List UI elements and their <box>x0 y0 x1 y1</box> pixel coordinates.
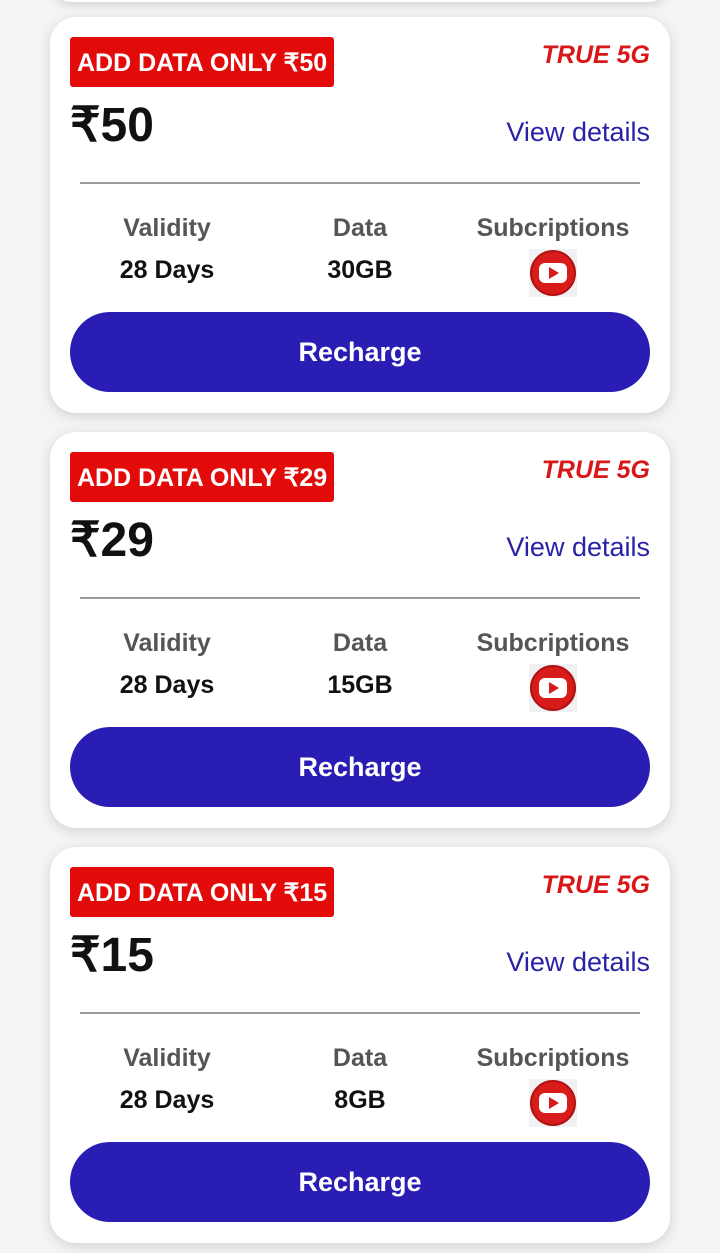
validity-column: Validity 28 Days <box>67 1043 267 1115</box>
data-column: Data 8GB <box>260 1043 460 1115</box>
divider <box>80 1012 640 1014</box>
data-label: Data <box>332 629 388 657</box>
plan-card: ADD DATA ONLY ₹15 TRUE 5G ₹15 View detai… <box>50 847 670 1243</box>
validity-column: Validity 28 Days <box>67 628 267 700</box>
data-column: Data 30GB <box>260 213 460 285</box>
data-value: 8GB <box>334 1086 386 1114</box>
data-label: Data <box>332 1044 388 1072</box>
recharge-button[interactable]: Recharge <box>70 312 650 392</box>
validity-label: Validity <box>123 629 211 657</box>
subscriptions-column: Subcriptions <box>453 1043 653 1127</box>
validity-label: Validity <box>123 1044 211 1072</box>
offer-badge: ADD DATA ONLY ₹29 <box>70 452 335 502</box>
recharge-button[interactable]: Recharge <box>70 727 650 807</box>
view-details-link[interactable]: View details <box>506 947 650 978</box>
plan-price: ₹15 <box>70 929 154 982</box>
subscriptions-label: Subcriptions <box>476 214 630 242</box>
validity-value: 28 Days <box>119 256 215 284</box>
data-label: Data <box>332 214 388 242</box>
validity-label: Validity <box>123 214 211 242</box>
network-tag: TRUE 5G <box>541 41 650 69</box>
previous-card-edge <box>50 0 670 2</box>
view-details-link[interactable]: View details <box>506 117 650 148</box>
data-value: 30GB <box>327 256 393 284</box>
youtube-icon <box>529 249 577 297</box>
subscriptions-label: Subcriptions <box>476 1044 630 1072</box>
data-column: Data 15GB <box>260 628 460 700</box>
view-details-link[interactable]: View details <box>506 532 650 563</box>
divider <box>80 182 640 184</box>
plan-card: ADD DATA ONLY ₹50 TRUE 5G ₹50 View detai… <box>50 17 670 413</box>
data-value: 15GB <box>327 671 393 699</box>
youtube-icon <box>529 1079 577 1127</box>
offer-badge: ADD DATA ONLY ₹15 <box>70 867 335 917</box>
network-tag: TRUE 5G <box>541 456 650 484</box>
youtube-icon <box>529 664 577 712</box>
offer-badge: ADD DATA ONLY ₹50 <box>70 37 335 87</box>
plan-card: ADD DATA ONLY ₹29 TRUE 5G ₹29 View detai… <box>50 432 670 828</box>
subscriptions-label: Subcriptions <box>476 629 630 657</box>
subscriptions-column: Subcriptions <box>453 628 653 712</box>
validity-value: 28 Days <box>119 1086 215 1114</box>
divider <box>80 597 640 599</box>
network-tag: TRUE 5G <box>541 871 650 899</box>
plan-price: ₹29 <box>70 514 154 567</box>
validity-column: Validity 28 Days <box>67 213 267 285</box>
recharge-button[interactable]: Recharge <box>70 1142 650 1222</box>
validity-value: 28 Days <box>119 671 215 699</box>
plan-price: ₹50 <box>70 99 154 152</box>
subscriptions-column: Subcriptions <box>453 213 653 297</box>
